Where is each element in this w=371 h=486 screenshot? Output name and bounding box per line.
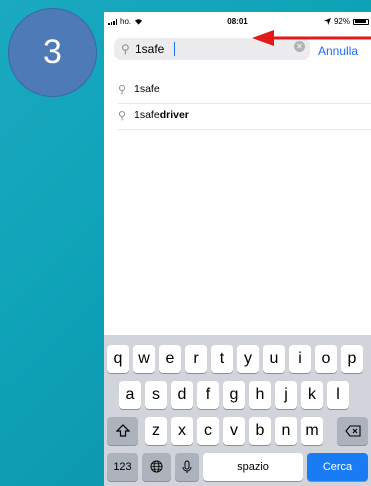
key-y[interactable]: y [237, 345, 259, 373]
key-e[interactable]: e [159, 345, 181, 373]
key-f[interactable]: f [197, 381, 219, 409]
shift-icon [115, 424, 130, 437]
key-l[interactable]: l [327, 381, 349, 409]
search-icon: ⚲ [118, 110, 127, 122]
key-r[interactable]: r [185, 345, 207, 373]
key-k[interactable]: k [301, 381, 323, 409]
search-suggestions: ⚲ 1safe ⚲ 1safedriver [104, 78, 371, 130]
key-w[interactable]: w [133, 345, 155, 373]
key-b[interactable]: b [249, 417, 271, 445]
key-q[interactable]: q [107, 345, 129, 373]
search-icon: ⚲ [118, 84, 127, 96]
key-p[interactable]: p [341, 345, 363, 373]
key-z[interactable]: z [145, 417, 167, 445]
step-number: 3 [43, 33, 62, 71]
key-i[interactable]: i [289, 345, 311, 373]
key-n[interactable]: n [275, 417, 297, 445]
key-h[interactable]: h [249, 381, 271, 409]
suggestion-text: 1safe [134, 109, 160, 121]
search-key[interactable]: Cerca [307, 453, 368, 481]
annotation-arrow [252, 30, 371, 46]
key-u[interactable]: u [263, 345, 285, 373]
key-d[interactable]: d [171, 381, 193, 409]
key-o[interactable]: o [315, 345, 337, 373]
backspace-icon [344, 425, 361, 437]
delete-key[interactable] [337, 417, 368, 445]
key-s[interactable]: s [145, 381, 167, 409]
suggestion-item[interactable]: ⚲ 1safe [104, 78, 371, 104]
step-number-badge: 3 [8, 8, 97, 97]
key-c[interactable]: c [197, 417, 219, 445]
space-key[interactable]: spazio [203, 453, 303, 481]
key-j[interactable]: j [275, 381, 297, 409]
suggestion-item[interactable]: ⚲ 1safedriver [104, 104, 371, 130]
search-icon: ⚲ [121, 42, 130, 56]
shift-key[interactable] [107, 417, 138, 445]
key-m[interactable]: m [301, 417, 323, 445]
globe-icon [150, 460, 163, 473]
numbers-key[interactable]: 123 [107, 453, 138, 481]
dictation-key[interactable] [175, 453, 199, 481]
text-cursor [174, 42, 175, 56]
key-a[interactable]: a [119, 381, 141, 409]
key-g[interactable]: g [223, 381, 245, 409]
key-t[interactable]: t [211, 345, 233, 373]
suggestion-text: 1safe [134, 83, 160, 95]
microphone-icon [182, 460, 192, 473]
key-x[interactable]: x [171, 417, 193, 445]
keyboard: q w e r t y u i o p a s d f g h j k l z … [104, 335, 371, 486]
globe-key[interactable] [142, 453, 171, 481]
suggestion-completion: driver [159, 109, 189, 121]
key-v[interactable]: v [223, 417, 245, 445]
phone-screen: ho. 08:01 92% ⚲ ✕ Annulla ⚲ 1safe [104, 12, 371, 486]
